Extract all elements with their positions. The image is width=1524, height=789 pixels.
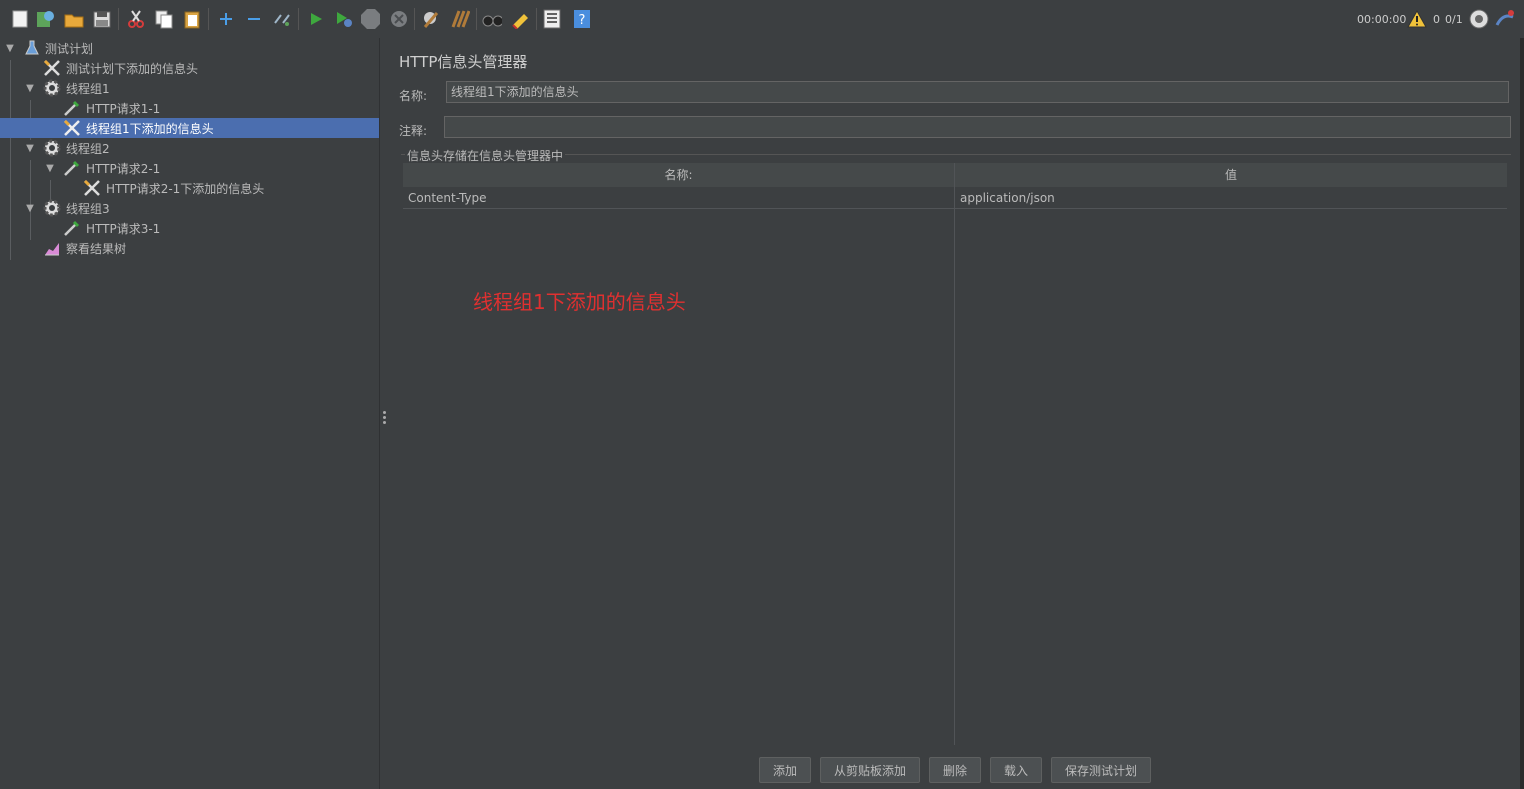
tree-item-label: HTTP请求1-1 — [86, 101, 161, 116]
comment-label: 注释: — [399, 124, 428, 138]
test-plan-icon — [23, 39, 41, 57]
gear-icon — [43, 79, 61, 97]
header-name-cell[interactable]: Content-Type — [408, 188, 487, 208]
elapsed-time: 00:00:00 — [1357, 12, 1407, 26]
chevron-down-icon[interactable]: ▼ — [24, 202, 36, 214]
tree-item-req2-1-header-manager[interactable]: HTTP请求2-1下添加的信息头 — [0, 178, 379, 198]
tree-item-thread-group-1[interactable]: ▼ 线程组1 — [0, 78, 379, 98]
save-icon[interactable] — [92, 9, 112, 29]
test-plan-tree: ▼ 测试计划 测试计划下添加的信息头 ▼ 线程组1 HTTP请求1-1 线程组1… — [0, 38, 379, 789]
chevron-down-icon[interactable]: ▼ — [44, 162, 56, 174]
start-icon[interactable] — [306, 9, 326, 29]
tree-item-http-request-3-1[interactable]: HTTP请求3-1 — [0, 218, 379, 238]
tree-item-label: 测试计划下添加的信息头 — [66, 61, 199, 76]
name-field[interactable]: 线程组1下添加的信息头 — [446, 81, 1509, 103]
tree-item-thread-group-3[interactable]: ▼ 线程组3 — [0, 198, 379, 218]
config-wrench-icon — [43, 59, 61, 77]
tree-item-label: 察看结果树 — [66, 241, 127, 256]
header-manager-panel: HTTP信息头管理器 名称: 线程组1下添加的信息头 注释: 信息头存储在信息头… — [389, 38, 1524, 789]
log-viewer-icon[interactable] — [1495, 9, 1515, 29]
cut-icon[interactable] — [126, 9, 146, 29]
tree-item-view-results-tree[interactable]: 察看结果树 — [0, 238, 379, 258]
sampler-pipette-icon — [63, 99, 81, 117]
column-header-name[interactable]: 名称: — [403, 163, 954, 187]
tree-item-http-request-1-1[interactable]: HTTP请求1-1 — [0, 98, 379, 118]
tree-item-label: 线程组3 — [66, 201, 110, 216]
tree-item-label: HTTP请求2-1下添加的信息头 — [106, 181, 265, 196]
tree-item-label: 测试计划 — [45, 41, 94, 56]
tree-item-plan-header-manager[interactable]: 测试计划下添加的信息头 — [0, 58, 379, 78]
sampler-pipette-icon — [63, 159, 81, 177]
warning-count: 0 — [1433, 12, 1440, 26]
name-label: 名称: — [399, 89, 428, 103]
headers-table-header: 名称: 值 — [403, 163, 1507, 187]
remote-engines-icon[interactable] — [1469, 9, 1489, 29]
paste-icon[interactable] — [182, 9, 202, 29]
tree-item-label: 线程组1下添加的信息头 — [86, 121, 214, 136]
table-row[interactable]: Content-Type application/json — [403, 188, 1507, 209]
tree-item-label: HTTP请求2-1 — [86, 161, 161, 176]
collapse-all-icon[interactable] — [244, 9, 264, 29]
save-test-plan-button[interactable]: 保存测试计划 — [1051, 757, 1151, 783]
header-value-cell[interactable]: application/json — [960, 188, 1055, 208]
gear-icon — [43, 139, 61, 157]
tree-item-label: 线程组2 — [66, 141, 110, 156]
add-button[interactable]: 添加 — [759, 757, 811, 783]
search-icon[interactable] — [482, 9, 502, 29]
tree-item-http-request-2-1[interactable]: ▼ HTTP请求2-1 — [0, 158, 379, 178]
listener-chart-icon — [43, 239, 61, 257]
config-wrench-icon — [83, 179, 101, 197]
expand-all-icon[interactable] — [216, 9, 236, 29]
open-icon[interactable] — [64, 9, 84, 29]
config-wrench-icon — [63, 119, 81, 137]
chevron-down-icon[interactable]: ▼ — [24, 82, 36, 94]
toolbar: ? 00:00:00 0 0/1 — [0, 0, 1524, 39]
warning-icon[interactable] — [1407, 9, 1427, 29]
shutdown-icon[interactable] — [389, 9, 409, 29]
clear-icon[interactable] — [421, 9, 441, 29]
toggle-icon[interactable] — [272, 9, 292, 29]
column-header-value[interactable]: 值 — [955, 163, 1507, 187]
tree-item-test-plan[interactable]: ▼ 测试计划 — [0, 38, 379, 58]
tree-item-label: HTTP请求3-1 — [86, 221, 161, 236]
function-helper-icon[interactable] — [542, 9, 562, 29]
tree-item-thread-group-2[interactable]: ▼ 线程组2 — [0, 138, 379, 158]
load-button[interactable]: 载入 — [990, 757, 1042, 783]
tree-item-label: 线程组1 — [66, 81, 110, 96]
clear-all-icon[interactable] — [450, 9, 470, 29]
templates-icon[interactable] — [36, 9, 56, 29]
stop-icon[interactable] — [360, 9, 380, 29]
chevron-down-icon[interactable]: ▼ — [24, 142, 36, 154]
comment-field[interactable] — [444, 116, 1511, 138]
delete-button[interactable]: 删除 — [929, 757, 981, 783]
start-no-pauses-icon[interactable] — [334, 9, 354, 29]
new-icon[interactable] — [10, 9, 30, 29]
page-title: HTTP信息头管理器 — [399, 53, 528, 71]
tree-item-tg1-header-manager[interactable]: 线程组1下添加的信息头 — [0, 118, 379, 138]
add-from-clipboard-button[interactable]: 从剪贴板添加 — [820, 757, 920, 783]
help-icon[interactable]: ? — [572, 9, 592, 29]
headers-group-title: 信息头存储在信息头管理器中 — [405, 147, 566, 164]
active-threads: 0/1 — [1445, 12, 1463, 26]
annotation-text: 线程组1下添加的信息头 — [473, 290, 686, 314]
sampler-pipette-icon — [63, 219, 81, 237]
svg-text:?: ? — [579, 13, 586, 28]
chevron-down-icon[interactable]: ▼ — [4, 42, 16, 54]
reset-search-icon[interactable] — [510, 9, 530, 29]
copy-icon[interactable] — [154, 9, 174, 29]
gear-icon — [43, 199, 61, 217]
